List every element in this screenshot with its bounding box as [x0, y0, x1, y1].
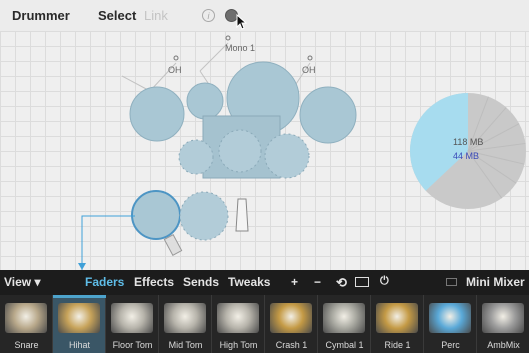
crash-cymbal[interactable] [129, 86, 185, 142]
channel-label: Ride 1 [384, 340, 411, 350]
channel-mid-tom[interactable]: Mid Tom [159, 295, 212, 353]
mixer-header: View ▾ Faders Effects Sends Tweaks + − ⟲… [0, 270, 529, 295]
kit-canvas[interactable]: Mono 1 OH OH 118 MB 44 MB [0, 31, 529, 270]
channel-label: High Tom [219, 340, 258, 350]
oh-left-label: OH [168, 65, 182, 75]
mouse-cursor-icon [236, 14, 248, 30]
add-button[interactable]: + [291, 275, 298, 289]
view-menu[interactable]: View ▾ [4, 275, 41, 289]
select-button[interactable]: Select [98, 8, 136, 23]
snare[interactable] [179, 191, 229, 241]
channel-cymbal-1[interactable]: Cymbal 1 [318, 295, 371, 353]
ride-cymbal[interactable] [299, 86, 357, 144]
channel-ambmix[interactable]: AmbMix [477, 295, 529, 353]
mini-mixer-label: Mini Mixer [466, 275, 525, 289]
tab-sends[interactable]: Sends [183, 275, 219, 289]
splash-cymbal[interactable] [186, 82, 224, 120]
link-button[interactable]: Link [144, 8, 168, 23]
channel-thumbnail [217, 303, 259, 333]
mid-tom[interactable] [218, 129, 262, 173]
channel-label: Hihat [68, 340, 90, 350]
layout-icon[interactable] [355, 277, 369, 287]
channel-thumbnail [270, 303, 312, 333]
kick-pedal[interactable] [235, 198, 249, 232]
channel-label: Cymbal 1 [325, 340, 364, 350]
channel-crash-1[interactable]: Crash 1 [265, 295, 318, 353]
channel-thumbnail [111, 303, 153, 333]
channel-label: AmbMix [487, 340, 520, 350]
channel-label: Perc [441, 340, 460, 350]
memory-used: 44 MB [453, 151, 480, 161]
channel-floor-tom[interactable]: Floor Tom [106, 295, 159, 353]
mixer-channels: Snare Hihat Floor Tom Mid Tom High Tom Crash … [0, 295, 529, 353]
channel-hihat[interactable]: Hihat [53, 295, 106, 353]
routing-arrow [78, 263, 86, 270]
selected-indicator [53, 295, 106, 298]
hihat[interactable] [131, 190, 181, 240]
routing-line [81, 215, 135, 270]
channel-perc[interactable]: Perc [424, 295, 477, 353]
channel-thumbnail [164, 303, 206, 333]
info-icon[interactable]: i [202, 9, 215, 22]
channel-snare[interactable]: Snare [0, 295, 53, 353]
power-icon[interactable]: ⏻ [380, 275, 389, 288]
channel-label: Floor Tom [112, 340, 153, 350]
mic-marker-oh-left[interactable] [173, 55, 179, 61]
refresh-icon[interactable]: ⟲ [336, 275, 347, 291]
channel-label: Mid Tom [168, 340, 203, 350]
mini-mixer-toggle[interactable] [446, 278, 457, 286]
channel-thumbnail [429, 303, 471, 333]
channel-thumbnail [376, 303, 418, 333]
floor-tom[interactable] [264, 133, 310, 179]
tab-effects[interactable]: Effects [134, 275, 174, 289]
high-tom[interactable] [178, 139, 214, 175]
channel-thumbnail [5, 303, 47, 333]
oh-right-label: OH [302, 65, 316, 75]
remove-button[interactable]: − [314, 275, 321, 289]
channel-thumbnail [482, 303, 524, 333]
tab-faders[interactable]: Faders [85, 275, 124, 289]
tab-tweaks[interactable]: Tweaks [228, 275, 270, 289]
channel-ride-1[interactable]: Ride 1 [371, 295, 424, 353]
memory-total: 118 MB [453, 137, 484, 147]
channel-thumbnail [323, 303, 365, 333]
channel-high-tom[interactable]: High Tom [212, 295, 265, 353]
hihat-pedal[interactable] [163, 234, 183, 256]
channel-label: Snare [14, 340, 39, 350]
channel-thumbnail [58, 303, 100, 333]
channel-label: Crash 1 [275, 340, 308, 350]
app-title: Drummer [12, 8, 70, 23]
mono-mic-label: Mono 1 [225, 43, 256, 53]
mic-marker-mono[interactable] [225, 35, 231, 41]
mic-marker-oh-right[interactable] [307, 55, 313, 61]
toolbar: Drummer Select Link i [0, 0, 529, 32]
